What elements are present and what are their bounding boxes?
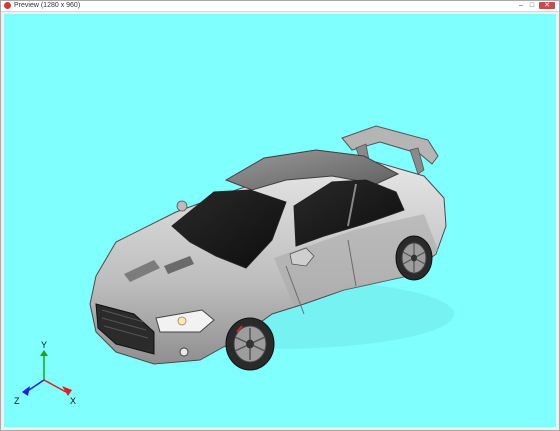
- axis-y-label: Y: [41, 340, 47, 350]
- minimize-button[interactable]: –: [516, 2, 526, 9]
- title-bar[interactable]: Preview (1280 x 960) – □ ✕: [1, 1, 559, 12]
- window-title: Preview (1280 x 960): [14, 2, 81, 9]
- axis-x-label: X: [70, 396, 76, 406]
- car-3d-model-icon: Y X Z: [14, 125, 454, 406]
- preview-window: Preview (1280 x 960) – □ ✕ Y X Z: [0, 0, 560, 431]
- axis-y-arrow: [40, 350, 48, 356]
- maximize-button[interactable]: □: [527, 2, 537, 9]
- axis-z-arrow: [22, 386, 30, 396]
- axis-z-label: Z: [14, 396, 20, 406]
- render-viewport[interactable]: Y X Z: [4, 14, 556, 427]
- close-button[interactable]: ✕: [539, 2, 555, 9]
- axis-x-line: [43, 379, 67, 393]
- app-icon: [4, 2, 11, 9]
- axis-gizmo: Y X Z: [14, 340, 76, 406]
